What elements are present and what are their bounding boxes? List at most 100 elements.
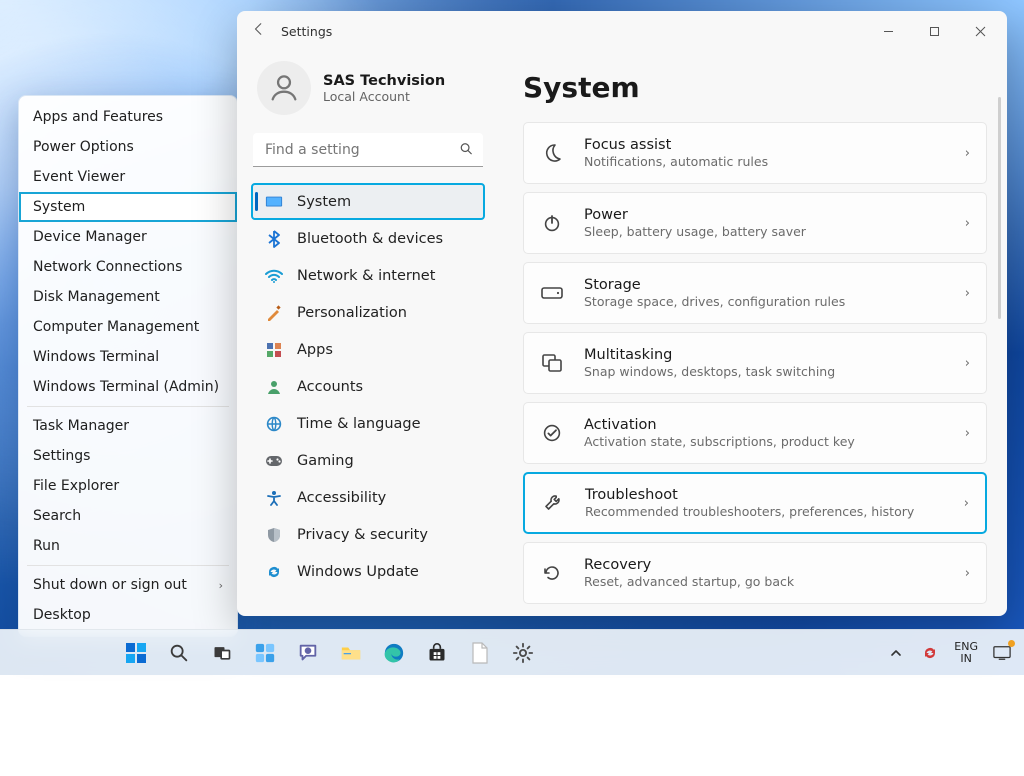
account-header[interactable]: SAS Techvision Local Account	[251, 51, 485, 127]
nav-item-label: Apps	[297, 342, 333, 358]
edge-icon[interactable]	[374, 633, 414, 673]
winx-item-task-manager[interactable]: Task Manager	[19, 411, 237, 441]
chevron-right-icon: ›	[219, 579, 223, 592]
avatar	[257, 61, 311, 115]
chevron-right-icon: ›	[965, 146, 970, 161]
settings-nav: System Bluetooth & devicesNetwork & inter…	[251, 183, 485, 590]
winx-item-disk-management[interactable]: Disk Management	[19, 282, 237, 312]
chevron-right-icon: ›	[965, 566, 970, 581]
winx-item-power-options[interactable]: Power Options	[19, 132, 237, 162]
winx-item-computer-management[interactable]: Computer Management	[19, 312, 237, 342]
settings-card-focus-assist[interactable]: Focus assistNotifications, automatic rul…	[523, 122, 987, 184]
nav-item-windows-update[interactable]: Windows Update	[251, 553, 485, 590]
card-subtitle: Reset, advanced startup, go back	[584, 574, 947, 589]
taskbar-search-icon[interactable]	[159, 633, 199, 673]
minimize-button[interactable]	[865, 15, 911, 47]
check-icon	[538, 423, 566, 443]
winx-item-apps-and-features[interactable]: Apps and Features	[19, 102, 237, 132]
maximize-button[interactable]	[911, 15, 957, 47]
window-title: Settings	[281, 24, 332, 39]
file-explorer-icon[interactable]	[331, 633, 371, 673]
search-input[interactable]	[253, 133, 483, 167]
drive-icon	[538, 287, 566, 299]
card-subtitle: Storage space, drives, configuration rul…	[584, 294, 947, 309]
nav-item-gaming[interactable]: Gaming	[251, 442, 485, 479]
widgets-icon[interactable]	[245, 633, 285, 673]
card-subtitle: Recommended troubleshooters, preferences…	[585, 504, 946, 519]
back-button[interactable]	[241, 22, 277, 40]
settings-card-recovery[interactable]: RecoveryReset, advanced startup, go back…	[523, 542, 987, 604]
card-subtitle: Notifications, automatic rules	[584, 154, 947, 169]
settings-card-multitasking[interactable]: MultitaskingSnap windows, desktops, task…	[523, 332, 987, 394]
notifications-icon[interactable]	[992, 643, 1012, 663]
nav-item-network-internet[interactable]: Network & internet	[251, 257, 485, 294]
nav-item-personalization[interactable]: Personalization	[251, 294, 485, 331]
winx-item-settings[interactable]: Settings	[19, 441, 237, 471]
chevron-right-icon: ›	[965, 426, 970, 441]
nav-item-label: Privacy & security	[297, 527, 428, 543]
chat-icon[interactable]	[288, 633, 328, 673]
tray-overflow-icon[interactable]	[886, 643, 906, 663]
nav-item-label: Windows Update	[297, 564, 419, 580]
person-icon	[265, 379, 283, 395]
nav-item-apps[interactable]: Apps	[251, 331, 485, 368]
scrollbar[interactable]	[998, 97, 1001, 319]
winx-item-system[interactable]: System	[19, 192, 237, 222]
document-icon[interactable]	[460, 633, 500, 673]
settings-card-storage[interactable]: StorageStorage space, drives, configurat…	[523, 262, 987, 324]
nav-item-label: System	[297, 194, 351, 210]
nav-item-accessibility[interactable]: Accessibility	[251, 479, 485, 516]
card-title: Storage	[584, 277, 947, 293]
winx-item-shut-down-or-sign-out[interactable]: Shut down or sign out›	[19, 570, 237, 600]
apps-icon	[265, 342, 283, 358]
settings-card-power[interactable]: PowerSleep, battery usage, battery saver…	[523, 192, 987, 254]
settings-main: System Focus assistNotifications, automa…	[499, 51, 1007, 616]
card-title: Activation	[584, 417, 947, 433]
titlebar: Settings	[237, 11, 1007, 51]
card-subtitle: Sleep, battery usage, battery saver	[584, 224, 947, 239]
globe-icon	[265, 416, 283, 432]
winx-item-run[interactable]: Run	[19, 531, 237, 561]
winx-item-network-connections[interactable]: Network Connections	[19, 252, 237, 282]
wifi-icon	[265, 269, 283, 283]
nav-item-bluetooth-devices[interactable]: Bluetooth & devices	[251, 220, 485, 257]
card-title: Recovery	[584, 557, 947, 573]
settings-card-activation[interactable]: ActivationActivation state, subscription…	[523, 402, 987, 464]
winx-item-windows-terminal[interactable]: Windows Terminal	[19, 342, 237, 372]
windows-icon	[538, 354, 566, 372]
nav-item-label: Personalization	[297, 305, 407, 321]
winx-item-windows-terminal-admin-[interactable]: Windows Terminal (Admin)	[19, 372, 237, 402]
bluetooth-icon	[265, 230, 283, 248]
accessibility-icon	[265, 490, 283, 506]
nav-item-label: Time & language	[297, 416, 421, 432]
winx-item-search[interactable]: Search	[19, 501, 237, 531]
menu-separator	[27, 406, 229, 407]
chevron-right-icon: ›	[965, 286, 970, 301]
card-subtitle: Snap windows, desktops, task switching	[584, 364, 947, 379]
chevron-right-icon: ›	[965, 216, 970, 231]
settings-sidebar: SAS Techvision Local Account System Bluet…	[237, 51, 499, 616]
settings-taskbar-icon[interactable]	[503, 633, 543, 673]
nav-item-time-language[interactable]: Time & language	[251, 405, 485, 442]
account-name: SAS Techvision	[323, 73, 445, 89]
card-subtitle: Activation state, subscriptions, product…	[584, 434, 947, 449]
nav-item-label: Accessibility	[297, 490, 386, 506]
store-icon[interactable]	[417, 633, 457, 673]
account-type: Local Account	[323, 89, 445, 104]
winx-item-device-manager[interactable]: Device Manager	[19, 222, 237, 252]
winx-item-event-viewer[interactable]: Event Viewer	[19, 162, 237, 192]
card-title: Troubleshoot	[585, 487, 946, 503]
winx-item-file-explorer[interactable]: File Explorer	[19, 471, 237, 501]
nav-item-accounts[interactable]: Accounts	[251, 368, 485, 405]
close-button[interactable]	[957, 15, 1003, 47]
language-indicator[interactable]: ENGIN	[954, 641, 978, 664]
task-view-icon[interactable]	[202, 633, 242, 673]
settings-card-troubleshoot[interactable]: TroubleshootRecommended troubleshooters,…	[523, 472, 987, 534]
start-button[interactable]	[116, 633, 156, 673]
tray-sync-icon[interactable]	[920, 643, 940, 663]
nav-item-system[interactable]: System	[251, 183, 485, 220]
menu-separator	[27, 565, 229, 566]
winx-item-desktop[interactable]: Desktop	[19, 600, 237, 630]
nav-item-privacy-security[interactable]: Privacy & security	[251, 516, 485, 553]
shield-icon	[265, 527, 283, 543]
